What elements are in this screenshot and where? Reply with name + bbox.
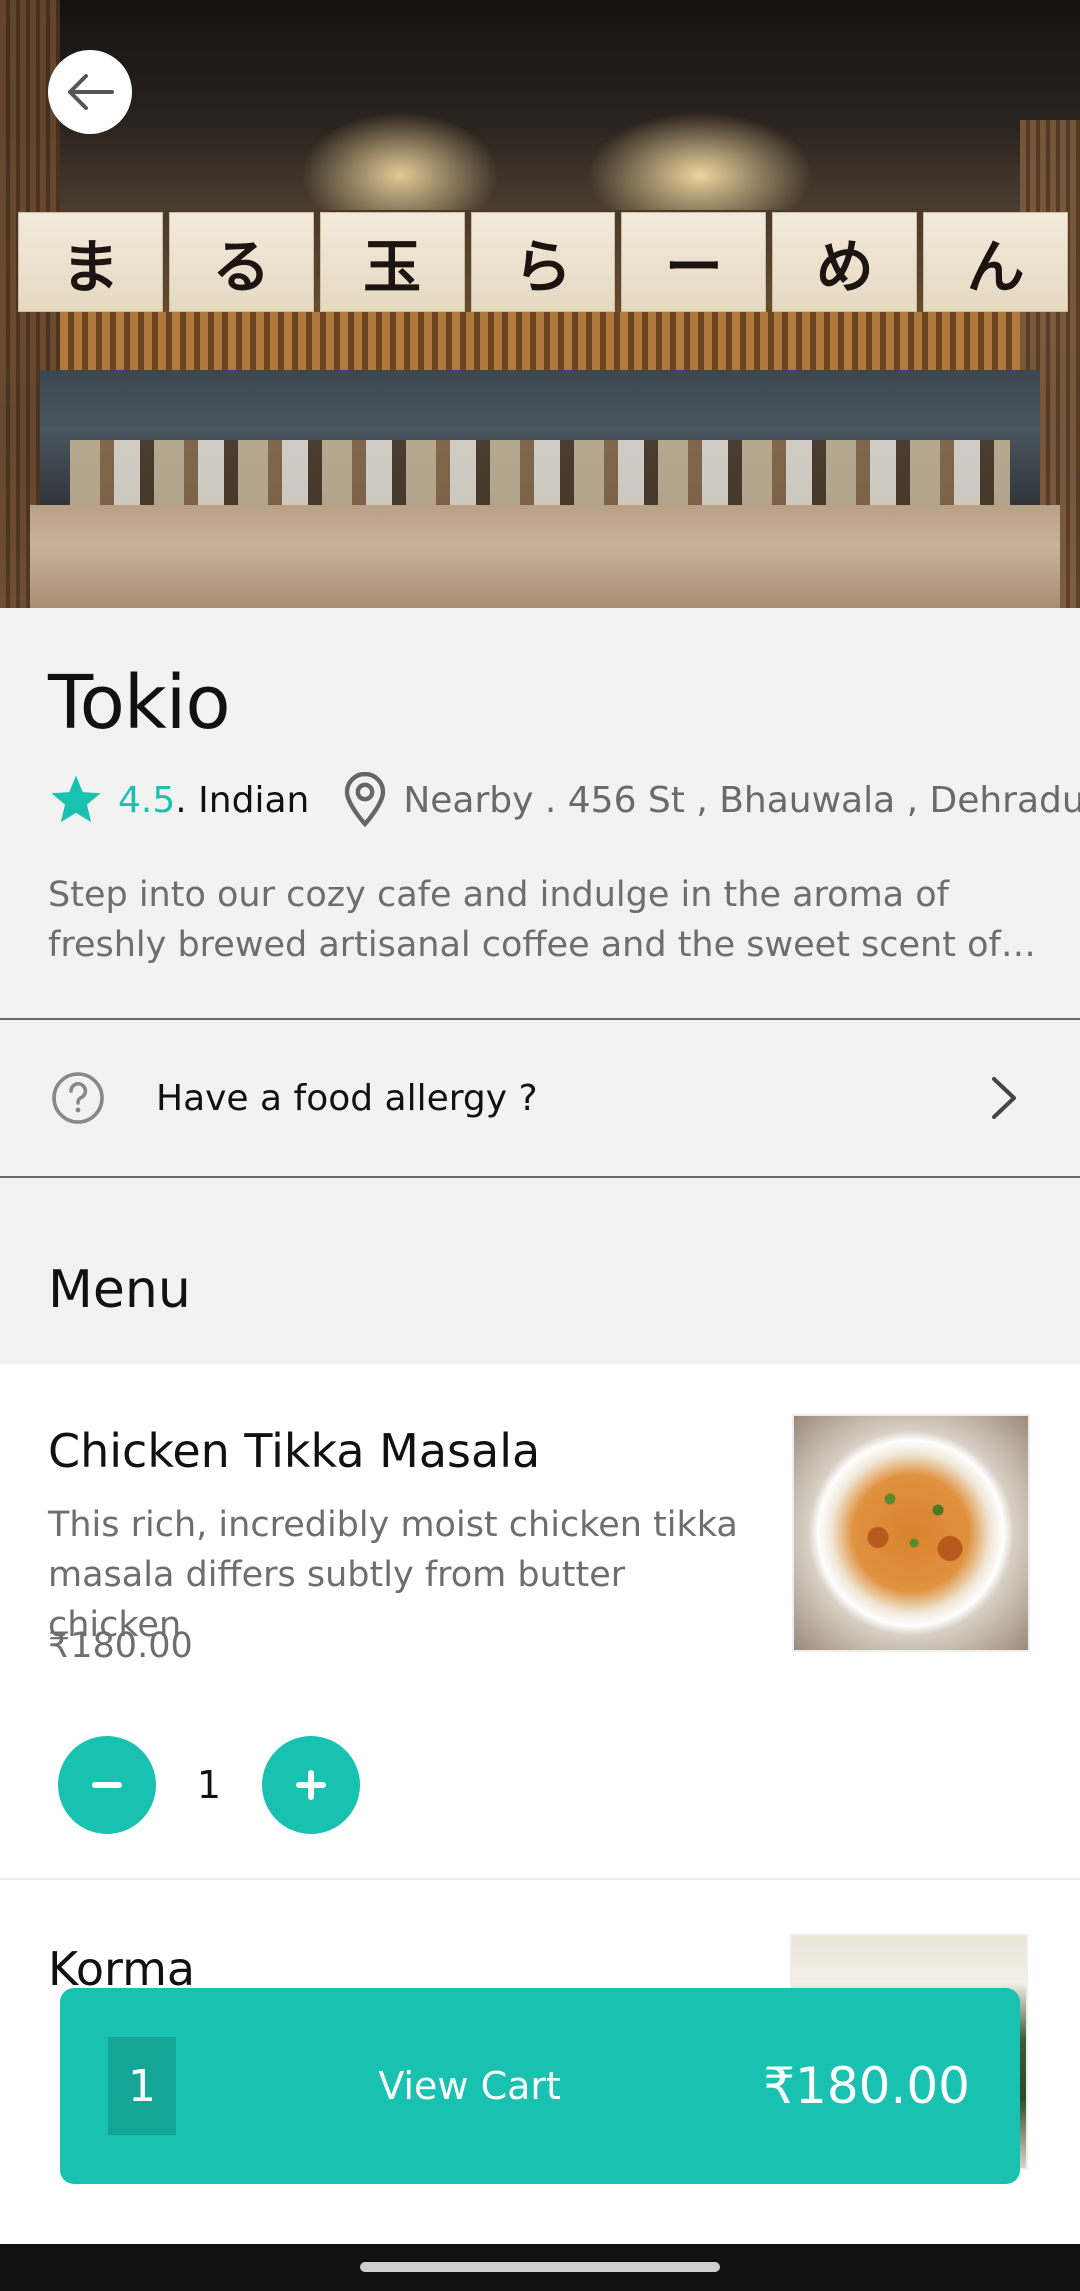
counter [30, 505, 1060, 608]
kitchen-shelf [70, 440, 1010, 510]
food-garnish [854, 1466, 974, 1576]
restaurant-address: Nearby . 456 St , Bhauwala , Dehradun [403, 779, 1080, 821]
restaurant-name: Tokio [48, 660, 231, 746]
cart-item-count: 1 [108, 2037, 176, 2135]
menu-heading: Menu [48, 1260, 191, 1320]
arrow-left-icon [64, 72, 116, 112]
view-cart-label: View Cart [378, 2064, 561, 2108]
quantity-value: 1 [196, 1763, 222, 1807]
help-circle-icon [50, 1070, 106, 1126]
rating-value: 4.5 [118, 779, 176, 821]
menu-item: Chicken Tikka Masala This rich, incredib… [0, 1364, 1080, 1880]
quantity-stepper: 1 [58, 1736, 360, 1834]
ceiling-lights [0, 0, 1080, 210]
chevron-right-icon [990, 1075, 1018, 1121]
cart-total: ₹180.00 [763, 2057, 970, 2115]
minus-icon [87, 1765, 127, 1805]
home-gesture-handle[interactable] [360, 2262, 720, 2272]
noren-cloth: 玉 [319, 212, 465, 312]
back-button[interactable] [48, 50, 132, 134]
location-pin-icon [341, 772, 389, 828]
restaurant-meta: 4.5 . Indian Nearby . 456 St , Bhauwala … [48, 770, 1080, 830]
star-icon [48, 773, 104, 827]
menu-item-image [792, 1414, 1030, 1652]
decrease-quantity-button[interactable] [58, 1736, 156, 1834]
food-allergy-label: Have a food allergy ? [156, 1077, 538, 1119]
view-cart-button[interactable]: 1 View Cart ₹180.00 [60, 1988, 1020, 2184]
menu-item-price: ₹180.00 [48, 1626, 193, 1666]
system-navigation-bar [0, 2244, 1080, 2291]
plus-icon [291, 1765, 331, 1805]
noren-cloth: ま [18, 212, 163, 312]
noren-signage: ま る 玉 ら ー め ん [18, 212, 1069, 312]
noren-cloth: め [772, 212, 918, 312]
menu-section-header: Menu [0, 1178, 1080, 1364]
restaurant-cover-image: ま る 玉 ら ー め ん [0, 0, 1080, 608]
noren-cloth: ー [621, 212, 767, 312]
cuisine-label: . Indian [175, 779, 310, 821]
wood-slats [60, 312, 1020, 370]
noren-cloth: ら [470, 212, 616, 312]
restaurant-info: Tokio 4.5 . Indian Nearby . 456 St , Bha… [0, 608, 1080, 1018]
noren-cloth: る [168, 212, 314, 312]
restaurant-description: Step into our cozy cafe and indulge in t… [48, 875, 1001, 965]
food-allergy-row[interactable]: Have a food allergy ? [0, 1018, 1080, 1178]
noren-cloth: ん [923, 212, 1069, 312]
increase-quantity-button[interactable] [262, 1736, 360, 1834]
menu-item-name: Chicken Tikka Masala [48, 1424, 541, 1478]
